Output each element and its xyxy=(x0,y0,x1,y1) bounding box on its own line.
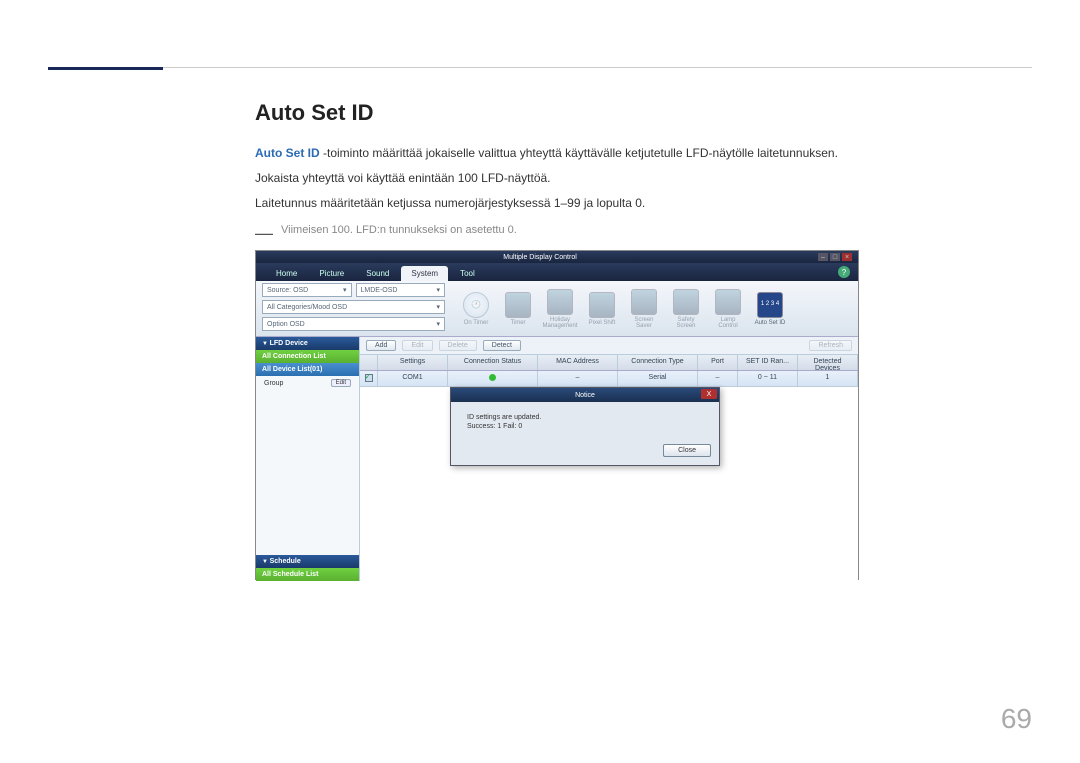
col-range: SET ID Ran... xyxy=(738,355,798,370)
ribbon-lamp[interactable]: Lamp Control xyxy=(711,289,745,329)
clock-icon: 🕐 xyxy=(463,292,489,318)
note: ― Viimeisen 100. LFD:n tunnukseksi on as… xyxy=(255,224,860,242)
timer-icon xyxy=(505,292,531,318)
combo-extra-1[interactable]: All Categories/Mood OSD▾ xyxy=(262,300,445,314)
sidebar-group: Group Edit xyxy=(256,376,359,390)
sidebar-item-devicelist[interactable]: All Device List(01) xyxy=(256,363,359,376)
table-row[interactable]: COM1 – Serial – 0 ~ 11 1 xyxy=(360,371,858,387)
safety-icon xyxy=(673,289,699,315)
dialog-title: Notice X xyxy=(451,388,719,402)
sidebar-edit-button[interactable]: Edit xyxy=(331,379,351,387)
ribbon-holiday[interactable]: Holiday Management xyxy=(543,289,577,329)
note-dash-icon: ― xyxy=(255,224,273,242)
ribbon-timer[interactable]: Timer xyxy=(501,292,535,326)
col-settings: Settings xyxy=(378,355,448,370)
col-status: Connection Status xyxy=(448,355,538,370)
body-area: LFD Device All Connection List All Devic… xyxy=(256,337,858,581)
tab-home[interactable]: Home xyxy=(266,266,307,281)
menu-tabs: Home Picture Sound System Tool ? xyxy=(256,263,858,281)
col-type: Connection Type xyxy=(618,355,698,370)
add-button[interactable]: Add xyxy=(366,340,396,351)
grid-icon: 1 2 3 4 xyxy=(757,292,783,318)
col-mac: MAC Address xyxy=(538,355,618,370)
ribbon-combos: Source: OSD▾ LMDE-OSD▾ All Categories/Mo… xyxy=(256,279,451,338)
page-title: Auto Set ID xyxy=(255,100,860,126)
rule-accent xyxy=(48,67,163,70)
dialog-close-button[interactable]: Close xyxy=(663,444,711,457)
sidebar: LFD Device All Connection List All Devic… xyxy=(256,337,360,581)
edit-button[interactable]: Edit xyxy=(402,340,432,351)
paragraph-2: Jokaista yhteyttä voi käyttää enintään 1… xyxy=(255,169,860,188)
window-titlebar: Multiple Display Control – □ × xyxy=(256,251,858,263)
delete-button[interactable]: Delete xyxy=(439,340,477,351)
sidebar-group-label: Group xyxy=(264,380,283,387)
cell-settings: COM1 xyxy=(378,371,448,386)
ribbon-icons: 🕐On Timer Timer Holiday Management Pixel… xyxy=(451,289,858,329)
sidebar-item-schedulelist[interactable]: All Schedule List xyxy=(256,568,359,581)
app-screenshot: Multiple Display Control – □ × Home Pict… xyxy=(255,250,859,580)
paragraph-1: Auto Set ID -toiminto määrittää jokaisel… xyxy=(255,144,860,163)
refresh-button[interactable]: Refresh xyxy=(809,340,852,351)
term-highlight: Auto Set ID xyxy=(255,146,320,160)
minimize-icon[interactable]: – xyxy=(818,253,828,261)
help-icon[interactable]: ? xyxy=(838,266,850,278)
col-detected: Detected Devices xyxy=(798,355,858,370)
checkbox-icon[interactable] xyxy=(365,374,373,382)
calendar-icon xyxy=(547,289,573,315)
grid-toolbar: Add Edit Delete Detect Refresh xyxy=(360,337,858,355)
cell-mac: – xyxy=(538,371,618,386)
sidebar-head-schedule[interactable]: Schedule xyxy=(256,555,359,568)
sidebar-item-connections[interactable]: All Connection List xyxy=(256,350,359,363)
note-text: Viimeisen 100. LFD:n tunnukseksi on aset… xyxy=(281,224,517,236)
detect-button[interactable]: Detect xyxy=(483,340,521,351)
dialog-body: ID settings are updated. Success: 1 Fail… xyxy=(451,402,719,440)
chevron-down-icon: ▾ xyxy=(436,286,440,294)
cell-status xyxy=(448,371,538,386)
col-port: Port xyxy=(698,355,738,370)
main-pane: Add Edit Delete Detect Refresh Settings … xyxy=(360,337,858,581)
page-number: 69 xyxy=(1001,703,1032,735)
ribbon-screen[interactable]: Screen Saver xyxy=(627,289,661,329)
pixel-icon xyxy=(589,292,615,318)
tab-picture[interactable]: Picture xyxy=(309,266,354,281)
cell-range: 0 ~ 11 xyxy=(738,371,798,386)
cell-port: – xyxy=(698,371,738,386)
combo-source[interactable]: Source: OSD▾ xyxy=(262,283,352,297)
lamp-icon xyxy=(715,289,741,315)
ribbon-autoset[interactable]: 1 2 3 4Auto Set ID xyxy=(753,292,787,326)
dialog-line-1: ID settings are updated. xyxy=(467,414,703,421)
document-body: Auto Set ID Auto Set ID -toiminto määrit… xyxy=(255,100,860,242)
rule-top xyxy=(48,67,1032,68)
paragraph-1-rest: -toiminto määrittää jokaiselle valittua … xyxy=(320,146,838,160)
chevron-down-icon: ▾ xyxy=(343,286,347,294)
cell-type: Serial xyxy=(618,371,698,386)
status-dot-icon xyxy=(489,374,496,381)
combo-model[interactable]: LMDE-OSD▾ xyxy=(356,283,446,297)
combo-extra-2[interactable]: Option OSD▾ xyxy=(262,317,445,331)
notice-dialog: Notice X ID settings are updated. Succes… xyxy=(450,387,720,466)
screen-icon xyxy=(631,289,657,315)
close-icon[interactable]: × xyxy=(842,253,852,261)
ribbon-pixel[interactable]: Pixel Shift xyxy=(585,292,619,326)
tab-system[interactable]: System xyxy=(401,266,448,281)
ribbon: Source: OSD▾ LMDE-OSD▾ All Categories/Mo… xyxy=(256,281,858,337)
dialog-line-2: Success: 1 Fail: 0 xyxy=(467,423,703,430)
ribbon-safety[interactable]: Safety Screen xyxy=(669,289,703,329)
maximize-icon[interactable]: □ xyxy=(830,253,840,261)
paragraph-3: Laitetunnus määritetään ketjussa numeroj… xyxy=(255,194,860,213)
sidebar-head-lfd[interactable]: LFD Device xyxy=(256,337,359,350)
grid-header: Settings Connection Status MAC Address C… xyxy=(360,355,858,371)
dialog-close-icon[interactable]: X xyxy=(701,389,717,399)
cell-detected: 1 xyxy=(798,371,858,386)
window-title: Multiple Display Control xyxy=(503,254,577,261)
ribbon-clock[interactable]: 🕐On Timer xyxy=(459,292,493,326)
tab-sound[interactable]: Sound xyxy=(356,266,399,281)
tab-tool[interactable]: Tool xyxy=(450,266,485,281)
